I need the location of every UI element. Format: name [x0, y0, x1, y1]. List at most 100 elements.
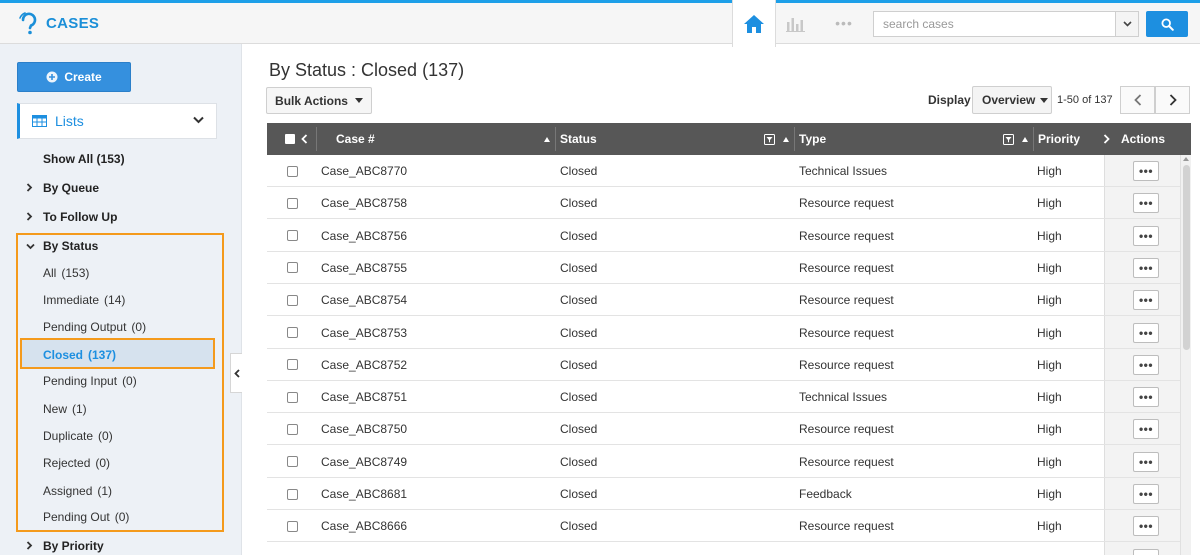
row-actions-button[interactable]: ••• [1133, 516, 1159, 537]
row-checkbox[interactable] [287, 220, 298, 252]
sort-up-icon[interactable] [783, 123, 789, 155]
more-apps-button[interactable]: ••• [832, 10, 856, 36]
brand[interactable]: CASES [18, 11, 99, 35]
cell-case[interactable]: Case_ABC8756 [321, 220, 407, 252]
sidebar-item-status-all[interactable]: All (153) [43, 266, 89, 280]
cell-text: Closed [560, 293, 598, 308]
sidebar-item-status-rejected[interactable]: Rejected (0) [43, 456, 110, 470]
table-row[interactable]: Case_ABC8756 Closed Resource request High ••… [267, 220, 1191, 252]
row-checkbox[interactable] [287, 317, 298, 349]
column-header-case[interactable]: Case # [336, 123, 375, 155]
cell-case[interactable]: Case_ABC8752 [321, 349, 407, 381]
sidebar-item-status-new[interactable]: New (1) [43, 402, 87, 416]
search-input[interactable] [874, 12, 1115, 36]
cell-case[interactable]: Case_ABC8750 [321, 413, 407, 445]
row-actions-button[interactable]: ••• [1133, 548, 1159, 555]
row-actions-button[interactable]: ••• [1133, 290, 1159, 311]
row-actions-button[interactable]: ••• [1133, 387, 1159, 408]
expand-columns-button[interactable] [1103, 123, 1110, 155]
sidebar-item-by-status[interactable]: By Status [26, 239, 98, 253]
sidebar-item-status-pending-out[interactable]: Pending Out (0) [43, 510, 129, 524]
cell-case[interactable]: Case_ABC8755 [321, 252, 407, 284]
sidebar-item-status-closed[interactable]: Closed (137) [43, 348, 116, 362]
search-scope-dropdown[interactable] [1115, 12, 1138, 36]
sidebar-item-label: By Priority [43, 539, 104, 553]
table-row[interactable]: Case_ABC8753 Closed Resource request High ••… [267, 317, 1191, 349]
row-actions-button[interactable]: ••• [1133, 354, 1159, 375]
table-row[interactable]: Case_ABC8681 Closed Feedback High ••• [267, 478, 1191, 510]
row-actions-button[interactable]: ••• [1133, 484, 1159, 504]
prev-page-button[interactable] [1120, 86, 1155, 114]
row-checkbox[interactable] [287, 187, 298, 219]
cell-case[interactable]: Case_ABC8681 [321, 478, 407, 510]
column-header-type[interactable]: Type [799, 123, 826, 155]
sidebar-item-status-assigned[interactable]: Assigned (1) [43, 484, 112, 498]
table-row[interactable]: Case_ABC8749 Closed Resource request High ••… [267, 446, 1191, 478]
filter-icon[interactable] [1003, 123, 1014, 155]
sort-up-icon[interactable] [544, 123, 550, 155]
reports-button[interactable] [784, 10, 808, 36]
lists-dropdown[interactable]: Lists [17, 103, 217, 139]
table-row[interactable]: Case_ABC8751 Closed Technical Issues High ••… [267, 381, 1191, 414]
search-button[interactable] [1146, 11, 1188, 37]
row-checkbox[interactable] [287, 510, 298, 542]
home-button[interactable] [732, 0, 776, 47]
column-header-priority[interactable]: Priority [1038, 123, 1080, 155]
table-row[interactable]: Case_ABC8754 Closed Resource request High ••… [267, 284, 1191, 317]
create-button[interactable]: Create [17, 62, 131, 92]
row-checkbox[interactable] [287, 349, 298, 381]
collapse-columns-button[interactable] [301, 123, 308, 155]
row-checkbox[interactable] [287, 284, 298, 316]
sidebar-item-count: (14) [104, 293, 126, 307]
row-checkbox[interactable] [287, 446, 298, 478]
sidebar-item-status-duplicate[interactable]: Duplicate (0) [43, 429, 113, 443]
column-header-status[interactable]: Status [560, 123, 597, 155]
table-row[interactable]: Case_ABC8666 Closed Resource request High ••… [267, 510, 1191, 543]
sidebar-item-show-all[interactable]: Show All (153) [43, 152, 125, 166]
row-checkbox[interactable] [287, 155, 298, 187]
cell-case[interactable]: Case_ABC8770 [321, 155, 407, 187]
cell-case[interactable]: Case_ABC8753 [321, 317, 407, 349]
scroll-up-arrow[interactable] [1183, 157, 1189, 161]
row-actions-button[interactable]: ••• [1133, 257, 1159, 278]
table-row[interactable]: Case_ABC8755 Closed Resource request High ••… [267, 252, 1191, 284]
chevron-right-icon [1169, 94, 1177, 106]
cell-case[interactable]: Case_ABC8758 [321, 187, 407, 219]
table-row[interactable]: Case_ABC8758 Closed Resource request High ••… [267, 187, 1191, 220]
sidebar-item-status-pending-output[interactable]: Pending Output (0) [43, 320, 146, 334]
table-row[interactable]: Case_ABC8750 Closed Resource request High ••… [267, 413, 1191, 446]
cell-text: Resource request [799, 519, 894, 534]
scrollbar-thumb[interactable] [1183, 165, 1190, 350]
sidebar-item-by-priority[interactable]: By Priority [26, 539, 104, 553]
bar-chart-icon [786, 18, 805, 32]
table-row[interactable]: Case_ABC8770 Closed Technical Issues High ••… [267, 155, 1191, 187]
next-page-button[interactable] [1155, 86, 1190, 114]
sidebar-item-status-pending-input[interactable]: Pending Input (0) [43, 374, 137, 388]
row-actions-button[interactable]: ••• [1133, 451, 1159, 472]
cell-case[interactable]: Case_ABC8751 [321, 381, 407, 413]
table-row[interactable]: Case_ABC8752 Closed Resource request High ••… [267, 349, 1191, 381]
sort-up-icon[interactable] [1022, 123, 1028, 155]
table-row[interactable]: ••• [267, 543, 1191, 555]
row-checkbox[interactable] [287, 381, 298, 413]
row-actions-button[interactable]: ••• [1133, 322, 1159, 343]
select-all-checkbox[interactable] [285, 123, 295, 155]
row-actions-button[interactable]: ••• [1133, 161, 1159, 181]
row-actions-button[interactable]: ••• [1133, 193, 1159, 214]
row-actions-button[interactable]: ••• [1133, 419, 1159, 440]
sidebar-item-status-immediate[interactable]: Immediate (14) [43, 293, 125, 307]
row-checkbox[interactable] [287, 478, 298, 510]
sidebar-item-to-follow-up[interactable]: To Follow Up [26, 210, 117, 224]
sidebar-collapse-handle[interactable] [230, 353, 242, 393]
cell-case[interactable]: Case_ABC8666 [321, 510, 407, 542]
row-checkbox[interactable] [287, 252, 298, 284]
sidebar-item-by-queue[interactable]: By Queue [26, 181, 99, 195]
cell-case[interactable]: Case_ABC8754 [321, 284, 407, 316]
cell-case[interactable]: Case_ABC8749 [321, 446, 407, 478]
filter-icon[interactable] [764, 123, 775, 155]
row-checkbox[interactable] [287, 413, 298, 445]
row-actions-button[interactable]: ••• [1133, 225, 1159, 246]
table-scrollbar[interactable] [1180, 155, 1191, 555]
display-select[interactable]: Overview [972, 86, 1052, 114]
bulk-actions-button[interactable]: Bulk Actions [266, 87, 372, 114]
